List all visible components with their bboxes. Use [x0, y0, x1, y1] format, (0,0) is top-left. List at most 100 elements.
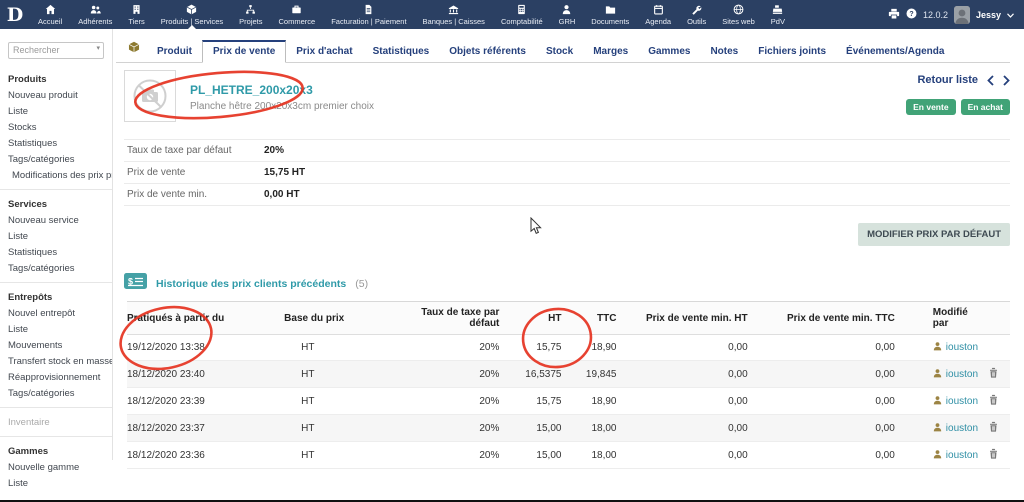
- tab-marges[interactable]: Marges: [583, 41, 638, 62]
- help-icon[interactable]: ?: [906, 8, 917, 21]
- sidebar-item-nouvel-entrepot[interactable]: Nouvel entrepôt: [0, 306, 112, 322]
- topbar-right: ? 12.0.2 Jessy: [888, 0, 1024, 29]
- tab-fichiers-joints[interactable]: Fichiers joints: [748, 41, 836, 62]
- topbar-item-facturation-paiement[interactable]: Facturation | Paiement: [323, 0, 414, 29]
- topbar-item-produits-services[interactable]: Produits | Services: [153, 0, 231, 29]
- svg-text:?: ?: [909, 11, 913, 18]
- cell-ht: 16,5375: [499, 361, 561, 388]
- sidebar-item-liste[interactable]: Liste: [0, 104, 112, 120]
- sidebar-item-liste[interactable]: Liste: [0, 476, 112, 492]
- cell-actions: [978, 335, 1010, 361]
- user-link[interactable]: iouston: [946, 369, 978, 380]
- topbar-item-pdv[interactable]: PdV: [763, 0, 793, 29]
- field-row-prix-de-vente-min: Prix de vente min.0,00 HT: [124, 184, 1010, 206]
- print-icon[interactable]: [888, 8, 900, 22]
- cell-tax: 20%: [419, 335, 499, 361]
- documents-icon: [605, 4, 616, 16]
- topbar-item-adherents[interactable]: Adhérents: [70, 0, 120, 29]
- user-icon: [933, 449, 942, 462]
- cell-base: HT: [284, 442, 419, 469]
- sidebar-item-statistiques[interactable]: Statistiques: [0, 136, 112, 152]
- sidebar-divider: [0, 407, 112, 408]
- next-icon[interactable]: [1003, 75, 1010, 86]
- no-photo-icon: [132, 78, 168, 114]
- product-ref-link[interactable]: PL_HETRE_200x20x3: [190, 83, 374, 97]
- topbar-item-agenda[interactable]: Agenda: [637, 0, 679, 29]
- sidebar-item-tags-categories[interactable]: Tags/catégories: [0, 261, 112, 277]
- history-section-title: Historique des prix clients précédents: [156, 278, 346, 290]
- chevron-down-icon: [1007, 10, 1014, 20]
- sidebar-item-nouvelle-gamme[interactable]: Nouvelle gamme: [0, 460, 112, 476]
- topbar-item-outils[interactable]: Outils: [679, 0, 714, 29]
- topbar-item-comptabilite[interactable]: Comptabilité: [493, 0, 551, 29]
- topbar-item-projets[interactable]: Projets: [231, 0, 270, 29]
- trash-icon[interactable]: [989, 424, 998, 435]
- tab-evenements-agenda[interactable]: Événements/Agenda: [836, 41, 954, 62]
- sidebar-item-liste[interactable]: Liste: [0, 229, 112, 245]
- sidebar-section-services[interactable]: Services: [0, 194, 112, 213]
- cell-base: HT: [284, 335, 419, 361]
- cell-ttc: 18,90: [561, 335, 616, 361]
- tab-notes[interactable]: Notes: [700, 41, 748, 62]
- user-link[interactable]: iouston: [946, 423, 978, 434]
- sidebar-section-entrepots[interactable]: Entrepôts: [0, 287, 112, 306]
- sidebar-section-produits[interactable]: Produits: [0, 69, 112, 88]
- topbar-item-tiers[interactable]: Tiers: [120, 0, 152, 29]
- sidebar-item-mouvements[interactable]: Mouvements: [0, 338, 112, 354]
- sidebar-item-modifications-des-prix-pro[interactable]: Modifications des prix pro..: [0, 168, 112, 184]
- user-link[interactable]: iouston: [946, 450, 978, 461]
- sidebar-section-gammes[interactable]: Gammes: [0, 441, 112, 460]
- topbar-item-accueil[interactable]: Accueil: [30, 0, 70, 29]
- topbar-item-grh[interactable]: GRH: [551, 0, 584, 29]
- sidebar-item-reapprovisionnement[interactable]: Réapprovisionnement: [0, 370, 112, 386]
- sidebar-item-tags-categories[interactable]: Tags/catégories: [0, 386, 112, 402]
- tab-prix-d-achat[interactable]: Prix d'achat: [286, 41, 362, 62]
- sidebar-item-nouveau-produit[interactable]: Nouveau produit: [0, 88, 112, 104]
- user-menu[interactable]: Jessy: [976, 10, 1001, 20]
- column-header-ht: HT: [499, 302, 561, 335]
- trash-icon[interactable]: [989, 370, 998, 381]
- topbar-item-documents[interactable]: Documents: [583, 0, 637, 29]
- table-body: 19/12/2020 13:38HT20%15,7518,900,000,00i…: [127, 335, 1010, 469]
- trash-icon[interactable]: [989, 451, 998, 462]
- topbar-item-commerce[interactable]: Commerce: [271, 0, 324, 29]
- avatar[interactable]: [954, 6, 970, 24]
- sidebar-divider: [0, 436, 112, 437]
- user-link[interactable]: iouston: [946, 342, 978, 353]
- column-header-taux-de-taxe-par-defaut: Taux de taxe par défaut: [419, 302, 499, 335]
- topbar-item-banques-caisses[interactable]: Banques | Caisses: [415, 0, 493, 29]
- commerce-icon: [291, 4, 302, 16]
- tab-prix-de-vente[interactable]: Prix de vente: [202, 40, 286, 63]
- cell-tax: 20%: [419, 361, 499, 388]
- search-caret-icon[interactable]: ▾: [96, 44, 100, 52]
- sidebar-divider: [0, 189, 112, 190]
- tab-produit[interactable]: Produit: [147, 41, 202, 62]
- cell-date: 18/12/2020 23:37: [127, 415, 284, 442]
- cell-minht: 0,00: [617, 442, 748, 469]
- sidebar-item-stocks[interactable]: Stocks: [0, 120, 112, 136]
- tab-objets-referents[interactable]: Objets référents: [439, 41, 536, 62]
- sidebar-item-nouveau-service[interactable]: Nouveau service: [0, 213, 112, 229]
- back-to-list-link[interactable]: Retour liste: [917, 74, 978, 86]
- dolibarr-logo[interactable]: D: [0, 0, 30, 29]
- tab-stock[interactable]: Stock: [536, 41, 583, 62]
- sidebar-item-tags-categories[interactable]: Tags/catégories: [0, 152, 112, 168]
- previous-icon[interactable]: [987, 75, 994, 86]
- cell-modified-by: iouston: [895, 415, 978, 442]
- sidebar-divider: [0, 282, 112, 283]
- cell-date: 18/12/2020 23:40: [127, 361, 284, 388]
- cell-minht: 0,00: [617, 335, 748, 361]
- sidebar-item-transfert-stock-en-masse[interactable]: Transfert stock en masse: [0, 354, 112, 370]
- table-row: 18/12/2020 23:37HT20%15,0018,000,000,00i…: [127, 415, 1010, 442]
- trash-icon[interactable]: [989, 397, 998, 408]
- topbar-item-sites-web[interactable]: Sites web: [714, 0, 763, 29]
- tab-gammes[interactable]: Gammes: [638, 41, 700, 62]
- sidebar-item-statistiques[interactable]: Statistiques: [0, 245, 112, 261]
- cell-ht: 15,75: [499, 388, 561, 415]
- user-link[interactable]: iouston: [946, 396, 978, 407]
- field-label: Prix de vente min.: [127, 189, 264, 200]
- search-input[interactable]: [8, 42, 104, 59]
- modify-default-price-button[interactable]: MODIFIER PRIX PAR DÉFAUT: [858, 223, 1010, 246]
- tab-statistiques[interactable]: Statistiques: [363, 41, 440, 62]
- sidebar-item-liste[interactable]: Liste: [0, 322, 112, 338]
